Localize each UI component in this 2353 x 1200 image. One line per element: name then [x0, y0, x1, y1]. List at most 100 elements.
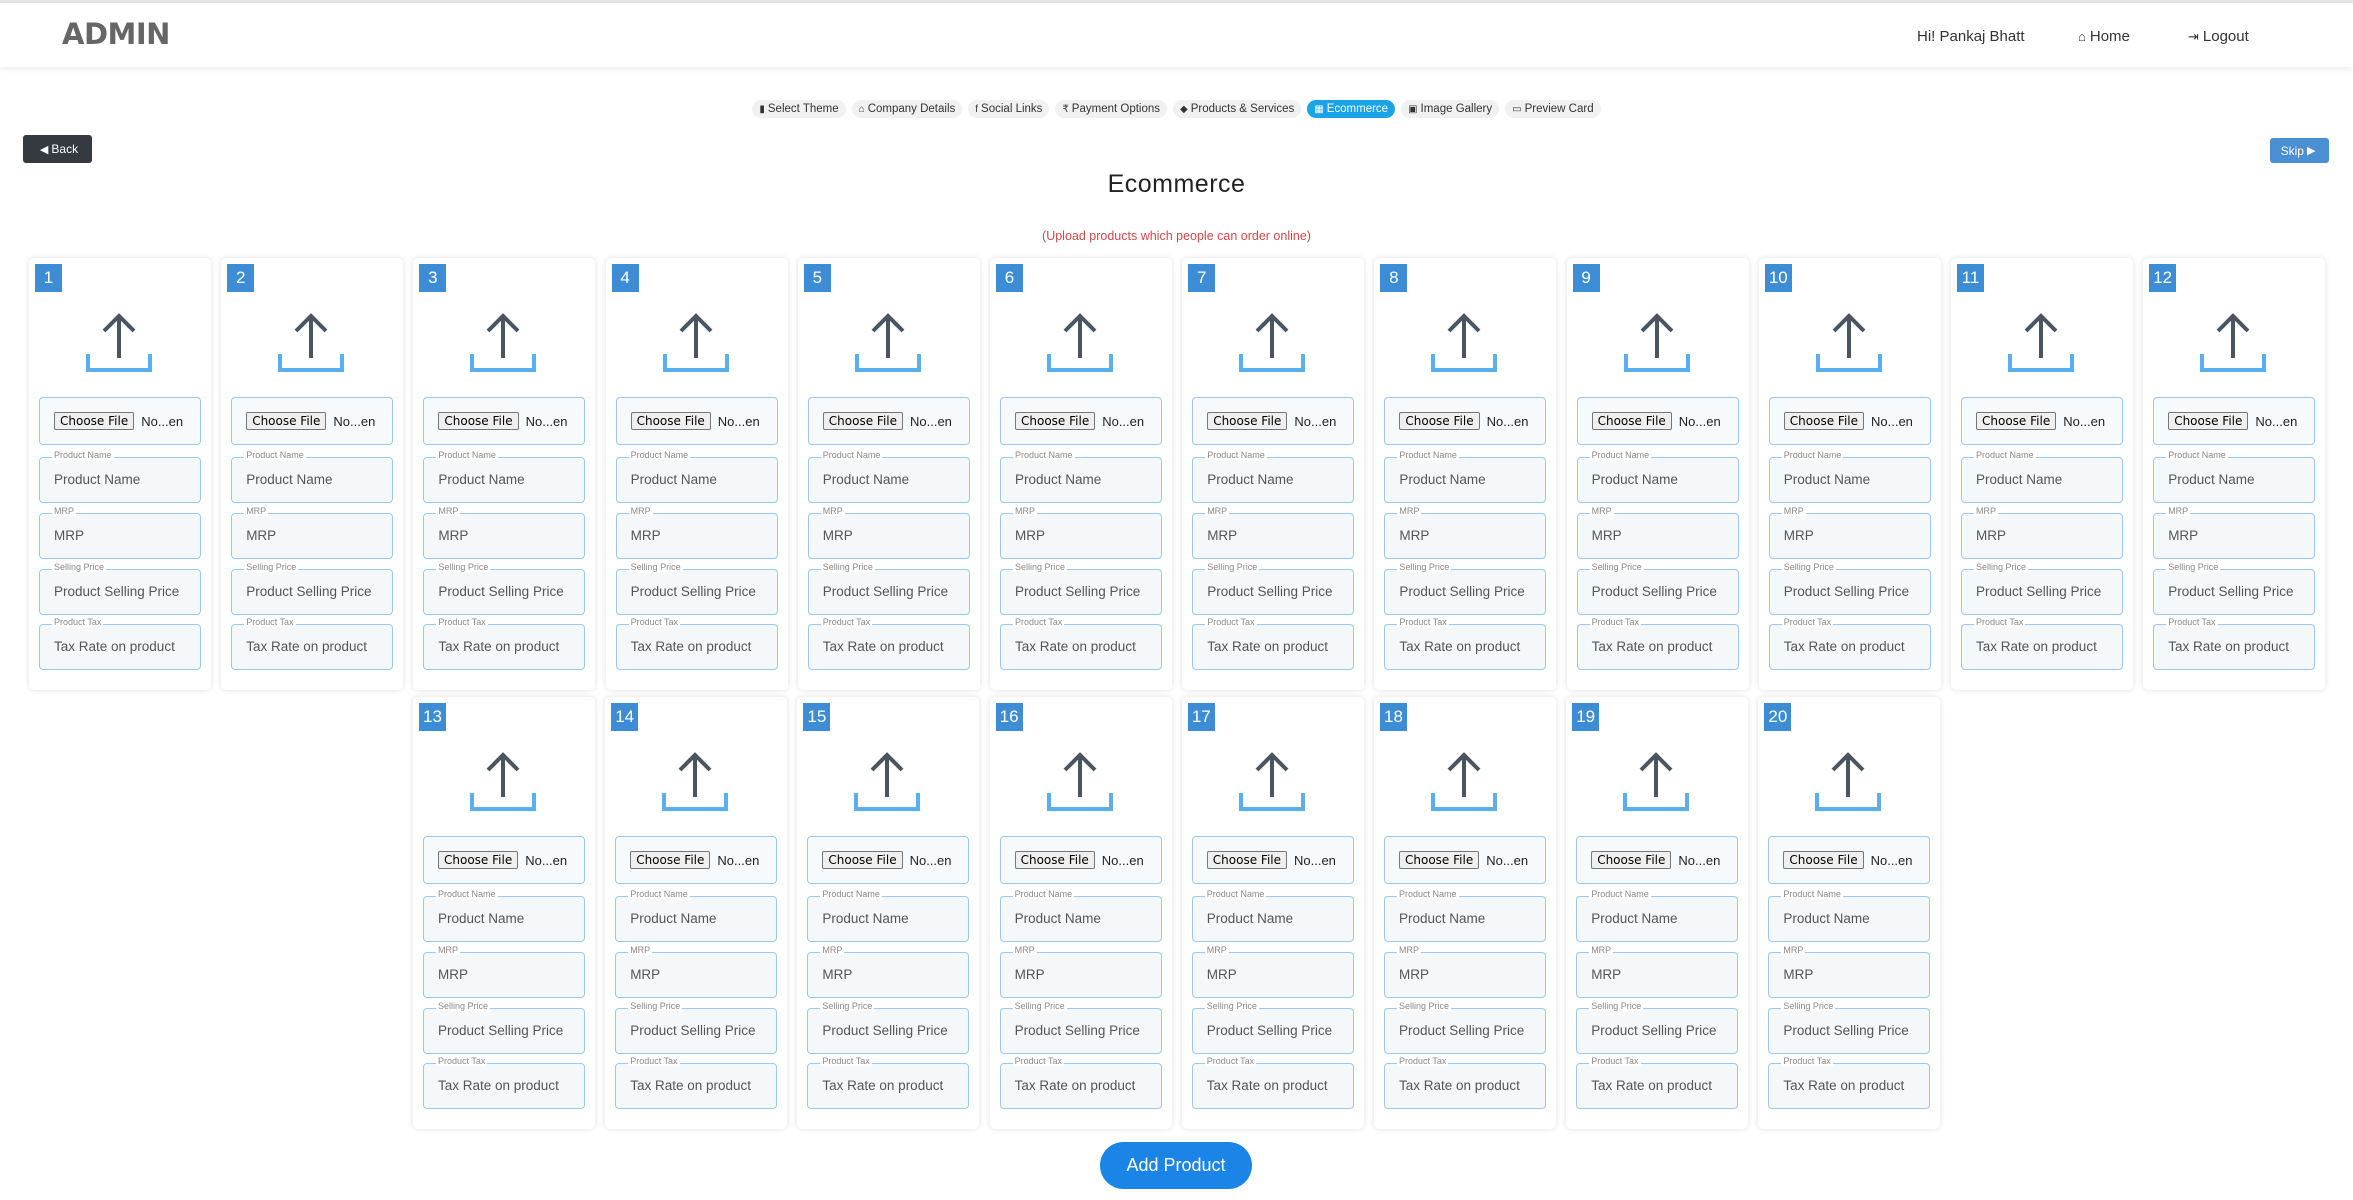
product-name-input[interactable]: Product Name Product Name [1576, 450, 1739, 503]
selling-price-input[interactable]: Selling Price Product Selling Price [231, 562, 394, 615]
step-preview-card[interactable]: ▭ Preview Card [1505, 100, 1601, 118]
mrp-input[interactable]: MRP MRP [2153, 506, 2316, 559]
upload-icon[interactable] [1813, 747, 1883, 821]
selling-price-input[interactable]: Selling Price Product Selling Price [1961, 562, 2123, 615]
mrp-input[interactable]: MRP MRP [807, 506, 970, 559]
upload-icon[interactable] [1429, 747, 1499, 821]
selling-price-input[interactable]: Selling Price Product Selling Price [999, 1001, 1162, 1054]
selling-price-input[interactable]: Selling Price Product Selling Price [423, 1001, 585, 1054]
upload-icon[interactable] [468, 308, 538, 382]
product-name-input[interactable]: Product Name Product Name [1191, 889, 1354, 942]
upload-icon[interactable] [1237, 747, 1307, 821]
upload-icon[interactable] [1237, 308, 1307, 382]
product-name-input[interactable]: Product Name Product Name [615, 889, 778, 942]
mrp-input[interactable]: MRP MRP [1191, 945, 1354, 998]
product-tax-input[interactable]: Product Tax Tax Rate on product [231, 617, 394, 670]
product-name-input[interactable]: Product Name Product Name [1384, 450, 1547, 503]
file-upload-input[interactable]: Choose File No...en [1576, 397, 1739, 445]
step-select-theme[interactable]: ▮ Select Theme [752, 100, 846, 118]
product-name-input[interactable]: Product Name Product Name [1576, 889, 1739, 942]
nav-home-link[interactable]: ⌂ Home [2078, 28, 2130, 45]
file-upload-input[interactable]: Choose File No...en [1768, 836, 1931, 884]
file-upload-input[interactable]: Choose File No...en [423, 397, 586, 445]
product-tax-input[interactable]: Product Tax Tax Rate on product [1768, 617, 1931, 670]
file-upload-input[interactable]: Choose File No...en [1191, 836, 1354, 884]
mrp-input[interactable]: MRP MRP [423, 945, 585, 998]
file-upload-input[interactable]: Choose File No...en [615, 397, 778, 445]
file-upload-input[interactable]: Choose File No...en [999, 836, 1162, 884]
file-upload-input[interactable]: Choose File No...en [39, 397, 201, 445]
file-upload-input[interactable]: Choose File No...en [1192, 397, 1355, 445]
file-upload-input[interactable]: Choose File No...en [1000, 397, 1162, 445]
selling-price-input[interactable]: Selling Price Product Selling Price [1384, 562, 1547, 615]
product-tax-input[interactable]: Product Tax Tax Rate on product [1576, 617, 1739, 670]
file-upload-input[interactable]: Choose File No...en [1768, 397, 1931, 445]
add-product-button[interactable]: Add Product [1100, 1142, 1252, 1189]
step-image-gallery[interactable]: ▣ Image Gallery [1401, 100, 1500, 118]
selling-price-input[interactable]: Selling Price Product Selling Price [1000, 562, 1162, 615]
product-tax-input[interactable]: Product Tax Tax Rate on product [1384, 1056, 1546, 1109]
upload-icon[interactable] [853, 308, 923, 382]
choose-file-button[interactable]: Choose File [1014, 851, 1095, 869]
step-company-details[interactable]: ⌂ Company Details [851, 100, 963, 118]
product-tax-input[interactable]: Product Tax Tax Rate on product [1384, 617, 1547, 670]
upload-icon[interactable] [1045, 747, 1115, 821]
choose-file-button[interactable]: Choose File [438, 412, 519, 430]
product-tax-input[interactable]: Product Tax Tax Rate on product [807, 617, 970, 670]
mrp-input[interactable]: MRP MRP [1192, 506, 1355, 559]
mrp-input[interactable]: MRP MRP [1768, 945, 1931, 998]
selling-price-input[interactable]: Selling Price Product Selling Price [1191, 1001, 1354, 1054]
product-name-input[interactable]: Product Name Product Name [39, 450, 201, 503]
choose-file-button[interactable]: Choose File [1591, 412, 1672, 430]
choose-file-button[interactable]: Choose File [1015, 412, 1096, 430]
selling-price-input[interactable]: Selling Price Product Selling Price [807, 562, 970, 615]
product-name-input[interactable]: Product Name Product Name [1961, 450, 2123, 503]
choose-file-button[interactable]: Choose File [54, 412, 135, 430]
upload-icon[interactable] [1621, 747, 1691, 821]
nav-logout-link[interactable]: ⇥ Logout [2188, 28, 2249, 45]
upload-icon[interactable] [2006, 308, 2076, 382]
choose-file-button[interactable]: Choose File [822, 412, 903, 430]
upload-icon[interactable] [2198, 308, 2268, 382]
file-upload-input[interactable]: Choose File No...en [1576, 836, 1739, 884]
choose-file-button[interactable]: Choose File [1206, 851, 1287, 869]
file-upload-input[interactable]: Choose File No...en [1384, 836, 1546, 884]
product-tax-input[interactable]: Product Tax Tax Rate on product [999, 1056, 1162, 1109]
upload-icon[interactable] [661, 308, 731, 382]
product-tax-input[interactable]: Product Tax Tax Rate on product [423, 1056, 585, 1109]
step-ecommerce[interactable]: ▦ Ecommerce [1307, 100, 1396, 118]
user-greeting[interactable]: Hi! Pankaj Bhatt [1917, 28, 2025, 45]
mrp-input[interactable]: MRP MRP [1384, 945, 1546, 998]
file-upload-input[interactable]: Choose File No...en [807, 836, 970, 884]
choose-file-button[interactable]: Choose File [1976, 412, 2057, 430]
mrp-input[interactable]: MRP MRP [999, 945, 1162, 998]
file-upload-input[interactable]: Choose File No...en [423, 836, 585, 884]
upload-icon[interactable] [852, 747, 922, 821]
selling-price-input[interactable]: Selling Price Product Selling Price [423, 562, 586, 615]
upload-icon[interactable] [276, 308, 346, 382]
product-name-input[interactable]: Product Name Product Name [1192, 450, 1355, 503]
upload-icon[interactable] [1622, 308, 1692, 382]
product-tax-input[interactable]: Product Tax Tax Rate on product [39, 617, 201, 670]
selling-price-input[interactable]: Selling Price Product Selling Price [1384, 1001, 1546, 1054]
product-tax-input[interactable]: Product Tax Tax Rate on product [423, 617, 586, 670]
step-social-links[interactable]: f Social Links [968, 100, 1050, 118]
choose-file-button[interactable]: Choose File [1399, 412, 1480, 430]
mrp-input[interactable]: MRP MRP [39, 506, 201, 559]
selling-price-input[interactable]: Selling Price Product Selling Price [1192, 562, 1355, 615]
product-tax-input[interactable]: Product Tax Tax Rate on product [807, 1056, 970, 1109]
choose-file-button[interactable]: Choose File [438, 851, 519, 869]
step-payment-options[interactable]: ₹ Payment Options [1055, 100, 1168, 118]
file-upload-input[interactable]: Choose File No...en [807, 397, 970, 445]
mrp-input[interactable]: MRP MRP [231, 506, 394, 559]
product-name-input[interactable]: Product Name Product Name [807, 450, 970, 503]
product-tax-input[interactable]: Product Tax Tax Rate on product [1000, 617, 1162, 670]
selling-price-input[interactable]: Selling Price Product Selling Price [39, 562, 201, 615]
mrp-input[interactable]: MRP MRP [1000, 506, 1162, 559]
product-tax-input[interactable]: Product Tax Tax Rate on product [2153, 617, 2316, 670]
selling-price-input[interactable]: Selling Price Product Selling Price [615, 562, 778, 615]
selling-price-input[interactable]: Selling Price Product Selling Price [1576, 562, 1739, 615]
product-tax-input[interactable]: Product Tax Tax Rate on product [615, 1056, 778, 1109]
file-upload-input[interactable]: Choose File No...en [2153, 397, 2316, 445]
file-upload-input[interactable]: Choose File No...en [615, 836, 778, 884]
